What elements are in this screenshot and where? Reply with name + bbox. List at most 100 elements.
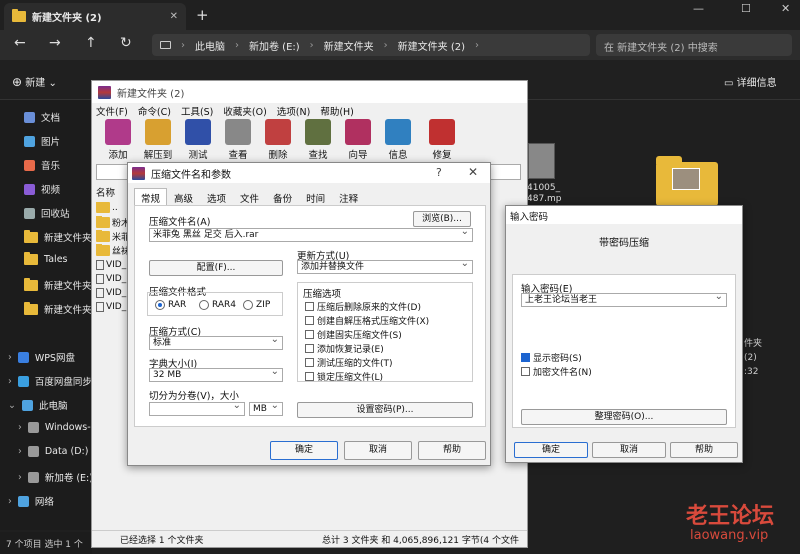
folder-icon (96, 230, 110, 242)
winrar-icon (98, 85, 111, 99)
set-password-button[interactable]: 设置密码(P)... (297, 402, 473, 418)
organize-passwords-button[interactable]: 整理密码(O)... (521, 409, 727, 425)
video-thumbnail[interactable] (528, 143, 555, 179)
video-file-label[interactable]: 41005_ 487.mp (527, 183, 562, 205)
archive-name-field[interactable]: 米菲兔 黑丝 足交 后入.rar (149, 228, 473, 242)
sidebar-item[interactable]: › WPS网盘 (8, 350, 75, 364)
toolbar-info-button[interactable]: 信息 (378, 119, 418, 163)
new-button-label: 新建 (25, 78, 46, 89)
refresh-button[interactable]: ↻ (120, 35, 132, 51)
breadcrumb-item[interactable]: 新建文件夹 (324, 38, 374, 53)
toolbar-repair-button[interactable]: 修复 (422, 119, 462, 163)
toolbar-test-button[interactable]: 测试 (178, 119, 218, 163)
ok-button[interactable]: 确定 (270, 441, 338, 460)
encrypt-filenames-checkbox[interactable]: 加密文件名(N) (521, 365, 592, 378)
toolbar-wizard-button[interactable]: 向导 (338, 119, 378, 163)
sfx-checkbox[interactable]: 创建自解压格式压缩文件(X) (305, 314, 429, 327)
menu-options[interactable]: 选项(N) (277, 104, 311, 118)
password-ok-button[interactable]: 确定 (514, 442, 588, 458)
sidebar-item-label: 此电脑 (38, 401, 68, 412)
folder-thumbnail[interactable] (656, 156, 718, 206)
sidebar-item-label: 图片 (41, 137, 61, 148)
lock-archive-checkbox[interactable]: 锁定压缩文件(L) (305, 370, 383, 383)
split-unit-select[interactable]: MB (249, 402, 283, 416)
toolbar-find-button[interactable]: 查找 (298, 119, 338, 163)
help-button[interactable]: 帮助 (418, 441, 486, 460)
video-file-icon (96, 274, 104, 284)
maximize-button[interactable]: ☐ (741, 2, 751, 15)
sidebar-item[interactable]: › 百度网盘同步 (8, 374, 92, 388)
sidebar-item[interactable]: Tales (24, 252, 68, 265)
sidebar-item[interactable]: ⌄ 此电脑 (8, 398, 67, 412)
help-icon[interactable]: ? (436, 166, 442, 179)
password-cancel-button[interactable]: 取消 (592, 442, 666, 458)
sidebar-item[interactable]: 回收站 (24, 206, 70, 220)
browse-button[interactable]: 浏览(B)... (413, 211, 471, 227)
sidebar-item[interactable]: 新建文件夹 (24, 277, 92, 292)
new-tab-button[interactable]: + (196, 6, 209, 24)
show-password-checkbox[interactable]: 显示密码(S) (521, 351, 582, 364)
menu-file[interactable]: 文件(F) (96, 104, 128, 118)
toolbar-add-button[interactable]: 添加 (98, 119, 138, 163)
file-name-line: 487.mp (527, 194, 562, 204)
recovery-record-checkbox[interactable]: 添加恢复记录(E) (305, 342, 384, 355)
up-button[interactable]: ↑ (85, 35, 97, 51)
sidebar-item[interactable]: 视频 (24, 182, 60, 196)
method-select[interactable]: 标准 (149, 336, 283, 350)
close-window-button[interactable]: ✕ (781, 2, 790, 15)
password-input[interactable]: 上老王论坛当老王 (521, 293, 727, 307)
checkbox-box (305, 372, 314, 381)
format-zip-radio[interactable]: ZIP (243, 300, 270, 310)
radio-selected (155, 300, 165, 310)
address-bar[interactable]: › 此电脑 › 新加卷 (E:) › 新建文件夹 › 新建文件夹 (2) › (152, 34, 590, 56)
update-mode-select[interactable]: 添加并替换文件 (297, 260, 473, 274)
menu-help[interactable]: 帮助(H) (320, 104, 354, 118)
column-header-name[interactable]: 名称 (96, 185, 126, 199)
breadcrumb-item[interactable]: 新建文件夹 (2) (398, 38, 465, 53)
sidebar-item[interactable]: › 新加卷 (E:) (18, 470, 93, 484)
delete-after-checkbox[interactable]: 压缩后删除原来的文件(D) (305, 300, 421, 313)
solid-checkbox[interactable]: 创建固实压缩文件(S) (305, 328, 402, 341)
format-rar-radio[interactable]: RAR (155, 300, 186, 310)
breadcrumb-item[interactable]: 此电脑 (195, 38, 225, 53)
toolbar-view-button[interactable]: 查看 (218, 119, 258, 163)
list-item-label: VID_ (106, 302, 127, 312)
view-icon (225, 119, 251, 145)
back-button[interactable]: ← (14, 35, 26, 51)
sidebar-item[interactable]: › 网络 (8, 494, 54, 508)
sidebar-item[interactable]: › Windows- (18, 422, 91, 433)
dict-size-select[interactable]: 32 MB (149, 368, 283, 382)
format-rar4-radio[interactable]: RAR4 (199, 300, 236, 310)
close-tab-icon[interactable]: ✕ (170, 11, 178, 22)
menu-favorites[interactable]: 收藏夹(O) (223, 104, 266, 118)
sidebar-item[interactable]: 图片 (24, 134, 60, 148)
winrar-title: 新建文件夹 (2) (117, 88, 185, 100)
breadcrumb-item[interactable]: 新加卷 (E:) (249, 38, 300, 53)
detail-line: :32 (744, 367, 759, 377)
dialog-title: 压缩文件名和参数 (151, 169, 231, 181)
close-icon[interactable]: ✕ (468, 165, 478, 179)
explorer-tab[interactable]: 新建文件夹 (2) ✕ (4, 3, 186, 30)
toolbar-delete-button[interactable]: 删除 (258, 119, 298, 163)
cancel-button[interactable]: 取消 (344, 441, 412, 460)
minimize-button[interactable]: — (693, 2, 704, 15)
menu-tools[interactable]: 工具(S) (181, 104, 213, 118)
split-size-field[interactable] (149, 402, 245, 416)
search-input[interactable]: 在 新建文件夹 (2) 中搜索 (596, 34, 792, 56)
list-item-label: VID_ (106, 260, 127, 270)
details-button[interactable]: ▭ 详细信息 (724, 74, 777, 89)
test-files-checkbox[interactable]: 测试压缩的文件(T) (305, 356, 393, 369)
profile-button[interactable]: 配置(F)... (149, 260, 283, 276)
sidebar-item[interactable]: › Data (D:) (18, 446, 88, 457)
toolbar-extract-button[interactable]: 解压到 (138, 119, 178, 163)
sidebar-item[interactable]: 文档 (24, 110, 60, 124)
password-help-button[interactable]: 帮助 (670, 442, 738, 458)
sidebar-item[interactable]: 新建文件夹 (24, 229, 92, 244)
sidebar-item-label: Data (D:) (44, 446, 89, 457)
cloud-icon (17, 351, 29, 363)
new-button[interactable]: ⊕ 新建 ⌄ (12, 74, 57, 89)
menu-commands[interactable]: 命令(C) (138, 104, 171, 118)
sidebar-item[interactable]: 音乐 (24, 158, 60, 172)
forward-button[interactable]: → (49, 35, 61, 51)
checkbox-box (305, 358, 314, 367)
